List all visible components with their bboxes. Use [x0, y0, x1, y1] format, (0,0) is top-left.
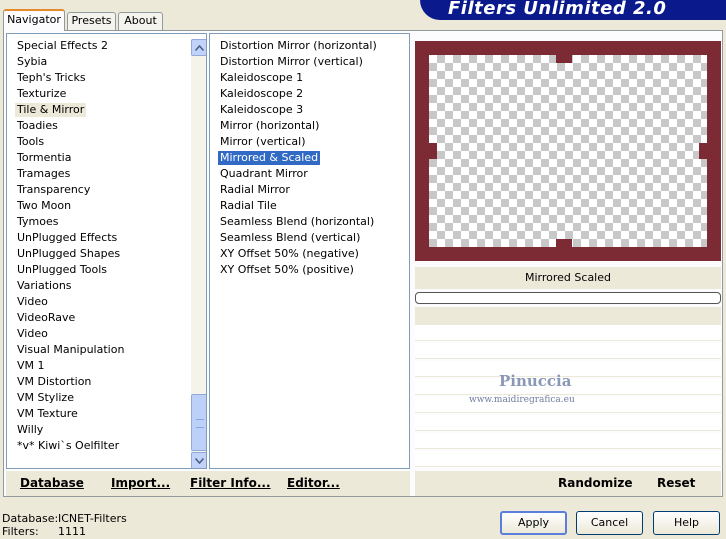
chevron-down-icon [195, 457, 204, 464]
filter-item[interactable]: Mirror (horizontal) [218, 119, 321, 133]
category-item[interactable]: *v* Kiwi`s Oelfilter [15, 439, 121, 453]
tab-about[interactable]: About [118, 12, 163, 30]
filters-label: Filters: [2, 525, 39, 538]
transparent-preview [429, 55, 707, 247]
filter-item[interactable]: Kaleidoscope 1 [218, 71, 305, 85]
category-item[interactable]: Texturize [15, 87, 68, 101]
randomize-button[interactable]: Randomize [558, 476, 632, 490]
database-value: ICNET-Filters [58, 512, 127, 525]
filter-item[interactable]: Mirror (vertical) [218, 135, 308, 149]
category-item[interactable]: VM 1 [15, 359, 47, 373]
chevron-up-icon [195, 44, 204, 51]
slider-row[interactable] [415, 343, 721, 359]
filter-item[interactable]: Kaleidoscope 2 [218, 87, 305, 101]
apply-button[interactable]: Apply [500, 511, 567, 535]
category-item[interactable]: VM Texture [15, 407, 80, 421]
category-item[interactable]: VM Distortion [15, 375, 93, 389]
import-button[interactable]: Import... [111, 476, 170, 490]
banner-title: Filters Unlimited 2.0 [448, 0, 667, 19]
tab-presets[interactable]: Presets [67, 12, 116, 30]
category-item[interactable]: Video [15, 327, 50, 341]
scroll-down-button[interactable] [191, 452, 206, 468]
category-item[interactable]: Tools [15, 135, 46, 149]
category-item[interactable]: UnPlugged Effects [15, 231, 119, 245]
category-item[interactable]: Willy [15, 423, 45, 437]
frame-tab [427, 143, 437, 159]
category-item[interactable]: VM Stylize [15, 391, 76, 405]
filter-item[interactable]: XY Offset 50% (positive) [218, 263, 356, 277]
filter-item[interactable]: Distortion Mirror (vertical) [218, 55, 365, 69]
category-item[interactable]: Visual Manipulation [15, 343, 126, 357]
reset-button[interactable]: Reset [657, 476, 695, 490]
scroll-up-button[interactable] [191, 39, 206, 56]
filter-item[interactable]: Mirrored & Scaled [218, 151, 321, 165]
frame-tab [556, 53, 572, 63]
slider-row[interactable] [415, 451, 721, 467]
filter-item[interactable]: Kaleidoscope 3 [218, 103, 305, 117]
category-item[interactable]: Teph's Tricks [15, 71, 88, 85]
category-item[interactable]: Special Effects 2 [15, 39, 110, 53]
filter-info-button[interactable]: Filter Info... [190, 476, 271, 490]
preview-image [415, 41, 721, 261]
filter-list[interactable]: Distortion Mirror (horizontal) Distortion… [209, 33, 410, 469]
slider-row[interactable] [415, 433, 721, 449]
filter-item[interactable]: XY Offset 50% (negative) [218, 247, 361, 261]
filters-count: 1111 [58, 525, 86, 538]
progress-bar [415, 292, 721, 304]
control-area [415, 307, 721, 325]
frame-tab [556, 239, 572, 249]
filter-item[interactable]: Seamless Blend (horizontal) [218, 215, 376, 229]
category-item[interactable]: Two Moon [15, 199, 73, 213]
editor-button[interactable]: Editor... [287, 476, 340, 490]
database-label: Database: [2, 512, 59, 525]
filter-item[interactable]: Radial Tile [218, 199, 279, 213]
help-button[interactable]: Help [653, 511, 720, 535]
category-item[interactable]: UnPlugged Shapes [15, 247, 122, 261]
category-item[interactable]: Video [15, 295, 50, 309]
category-item[interactable]: Tormentia [15, 151, 73, 165]
filter-item[interactable]: Distortion Mirror (horizontal) [218, 39, 379, 53]
category-scrollbar[interactable] [191, 39, 206, 468]
category-item[interactable]: Tymoes [15, 215, 60, 229]
watermark-site: www.maidiregrafica.eu [469, 395, 575, 405]
navigator-panel: Special Effects 2 Sybia Teph's Tricks Textu… [3, 30, 723, 497]
filter-item[interactable]: Radial Mirror [218, 183, 292, 197]
category-item[interactable]: VideoRave [15, 311, 77, 325]
category-item[interactable]: UnPlugged Tools [15, 263, 109, 277]
scroll-thumb[interactable] [191, 394, 206, 451]
filter-item[interactable]: Quadrant Mirror [218, 167, 310, 181]
category-item[interactable]: Sybia [15, 55, 49, 69]
category-item[interactable]: Tile & Mirror [15, 103, 87, 117]
slider-row[interactable] [415, 325, 721, 341]
database-button[interactable]: Database [20, 476, 84, 490]
filter-item[interactable]: Seamless Blend (vertical) [218, 231, 362, 245]
frame-tab [699, 143, 709, 159]
cancel-button[interactable]: Cancel [576, 511, 643, 535]
category-item[interactable]: Transparency [15, 183, 92, 197]
category-item[interactable]: Toadies [15, 119, 60, 133]
filter-name-label: Mirrored Scaled [415, 267, 721, 289]
tab-navigator[interactable]: Navigator [3, 9, 65, 31]
watermark-name: Pinuccia [499, 372, 572, 390]
category-list[interactable]: Special Effects 2 Sybia Teph's Tricks Textu… [6, 33, 207, 469]
category-item[interactable]: Tramages [15, 167, 72, 181]
category-item[interactable]: Variations [15, 279, 74, 293]
slider-row[interactable] [415, 415, 721, 431]
